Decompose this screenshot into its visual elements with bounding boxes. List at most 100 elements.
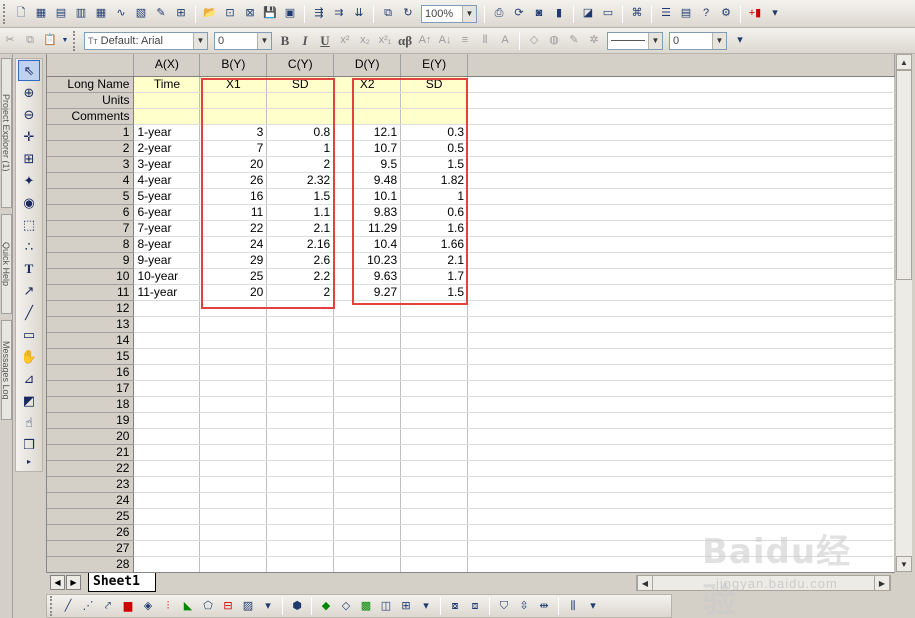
column-plot-icon[interactable]: ▆ (119, 597, 137, 615)
project-explorer-icon[interactable]: ⌘ (628, 5, 646, 23)
data-cell[interactable] (133, 300, 201, 317)
copy-icon[interactable]: ⧉ (21, 32, 39, 50)
toolbar-overflow-icon[interactable]: ▾ (259, 597, 277, 615)
data-cell[interactable] (133, 556, 201, 572)
text-tool-icon[interactable]: T (18, 258, 40, 279)
row-header[interactable]: 28 (47, 556, 135, 572)
data-cell[interactable]: 24 (199, 236, 268, 253)
data-cell[interactable] (333, 508, 402, 525)
data-cell[interactable]: 2-year (133, 140, 201, 157)
data-cell[interactable]: 12.1 (333, 124, 402, 141)
bold-button[interactable]: B (276, 32, 294, 50)
data-cell[interactable]: 2.16 (266, 236, 335, 253)
chevron-down-icon[interactable]: ▼ (648, 32, 662, 49)
row-header[interactable]: 20 (47, 428, 135, 445)
row-header[interactable]: 15 (47, 348, 135, 365)
new-worksheet-icon[interactable]: ▦ (32, 5, 50, 23)
data-cell[interactable] (400, 444, 469, 461)
data-cell[interactable]: 0.3 (400, 124, 469, 141)
data-cell[interactable]: 1.5 (400, 156, 469, 173)
data-cell[interactable] (400, 380, 469, 397)
data-cell[interactable] (400, 332, 469, 349)
chevron-down-icon[interactable]: ▼ (257, 32, 271, 49)
data-cell[interactable] (199, 556, 268, 572)
toolbar-overflow-icon[interactable]: ▾ (766, 5, 784, 23)
row-header[interactable]: 4 (47, 172, 135, 189)
column-header[interactable]: B(Y) (199, 54, 268, 77)
meta-cell[interactable] (199, 108, 268, 125)
meta-cell[interactable] (400, 92, 469, 109)
quick-help-tab[interactable]: Quick Help (1, 214, 12, 314)
meta-cell[interactable] (266, 108, 335, 125)
gray-plot-icon[interactable]: ⊞ (397, 597, 415, 615)
data-cell[interactable] (199, 332, 268, 349)
save-template-icon[interactable]: ▣ (281, 5, 299, 23)
row-header[interactable]: 22 (47, 460, 135, 477)
data-cell[interactable] (266, 476, 335, 493)
data-cell[interactable]: 10.4 (333, 236, 402, 253)
data-cell[interactable]: 10.1 (333, 188, 402, 205)
chevron-down-icon[interactable]: ▼ (61, 32, 69, 50)
data-cell[interactable]: 1 (400, 188, 469, 205)
duplicate-icon[interactable]: ⧉ (379, 5, 397, 23)
horizontal-scrollbar[interactable]: ◀ ▶ (636, 575, 891, 591)
scroll-left-icon[interactable]: ◀ (637, 575, 653, 591)
data-cell[interactable]: 9.5 (333, 156, 402, 173)
line-width-select[interactable]: 0 ▼ (669, 31, 727, 50)
new-function-icon[interactable]: ∿ (112, 5, 130, 23)
merge-icon[interactable]: ⧈ (466, 597, 484, 615)
chevron-down-icon[interactable]: ▼ (193, 32, 207, 49)
data-cell[interactable]: 1-year (133, 124, 201, 141)
data-cell[interactable] (133, 316, 201, 333)
row-header[interactable]: 12 (47, 300, 135, 317)
data-cell[interactable] (266, 540, 335, 557)
data-cell[interactable]: 3-year (133, 156, 201, 173)
data-cell[interactable] (266, 348, 335, 365)
refresh-icon[interactable]: ⟳ (510, 5, 528, 23)
data-cell[interactable] (266, 444, 335, 461)
data-cell[interactable] (199, 444, 268, 461)
data-cell[interactable] (400, 364, 469, 381)
toolbar-overflow-icon[interactable]: ▾ (731, 32, 749, 50)
data-cell[interactable] (333, 332, 402, 349)
data-cell[interactable] (400, 348, 469, 365)
data-cell[interactable] (333, 540, 402, 557)
toolbar-grip[interactable] (3, 3, 9, 24)
data-cell[interactable] (199, 428, 268, 445)
3d-plot-icon[interactable]: ⬢ (288, 597, 306, 615)
new-excel-icon[interactable]: ▤ (52, 5, 70, 23)
data-reader-icon[interactable]: ✛ (18, 126, 40, 147)
underline-button[interactable]: U (316, 32, 334, 50)
greek-button[interactable]: αβ (396, 32, 414, 50)
line-style-select[interactable]: ▼ (607, 31, 663, 50)
data-cell[interactable] (266, 428, 335, 445)
row-header[interactable]: 14 (47, 332, 135, 349)
film-icon[interactable]: ▮ (550, 5, 568, 23)
row-header[interactable]: 25 (47, 508, 135, 525)
data-cell[interactable]: 1.82 (400, 172, 469, 189)
data-cell[interactable] (333, 428, 402, 445)
data-cell[interactable] (266, 364, 335, 381)
scroll-thumb[interactable] (896, 70, 912, 280)
row-header[interactable]: 21 (47, 444, 135, 461)
row-header[interactable]: 8 (47, 236, 135, 253)
data-cell[interactable] (333, 380, 402, 397)
data-cell[interactable]: 0.5 (400, 140, 469, 157)
data-cell[interactable] (133, 444, 201, 461)
data-cell[interactable]: 9.63 (333, 268, 402, 285)
chevron-down-icon[interactable]: ▼ (462, 5, 476, 22)
box-plot-icon[interactable]: ⊟ (219, 597, 237, 615)
area-plot-icon[interactable]: ◣ (179, 597, 197, 615)
distribute-icon[interactable]: ⇹ (535, 597, 553, 615)
toolbar-overflow-icon[interactable]: ▾ (417, 597, 435, 615)
data-cell[interactable] (333, 524, 402, 541)
data-cell[interactable] (199, 412, 268, 429)
import-multiple-icon[interactable]: ⇉ (330, 5, 348, 23)
data-cell[interactable] (333, 460, 402, 477)
data-cell[interactable] (133, 476, 201, 493)
contour-plot-icon[interactable]: ◈ (139, 597, 157, 615)
prev-sheet-icon[interactable]: ◀ (50, 575, 65, 590)
data-cell[interactable] (400, 524, 469, 541)
supersub-icon[interactable]: x²₁ (376, 32, 394, 50)
data-cell[interactable]: 1.1 (266, 204, 335, 221)
